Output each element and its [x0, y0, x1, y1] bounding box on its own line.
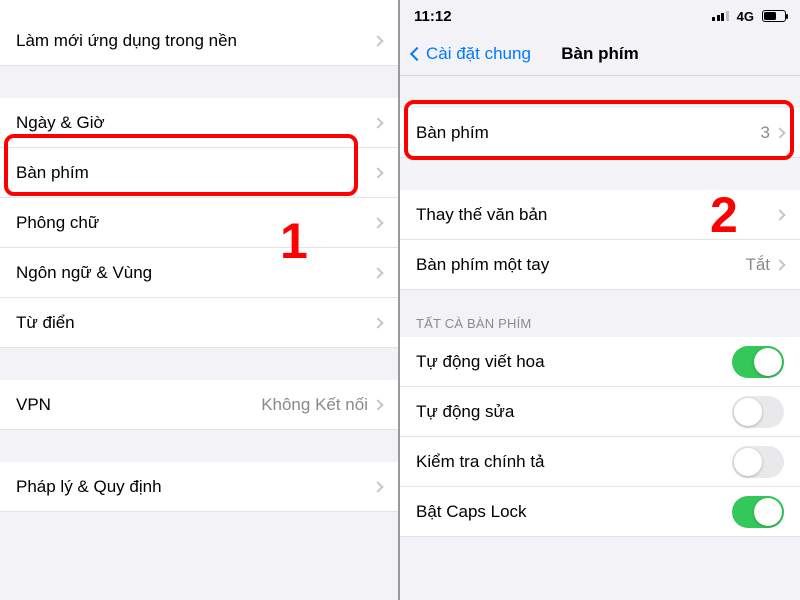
- row-one-handed[interactable]: Bàn phím một tay Tắt: [400, 240, 800, 290]
- label: Kiểm tra chính tả: [416, 452, 732, 472]
- signal-icon: [712, 11, 729, 21]
- section-all-keyboards: TẤT CÀ BÀN PHÍM: [400, 308, 800, 337]
- row-keyboard[interactable]: Bàn phím: [0, 148, 398, 198]
- switch-spell-check[interactable]: [732, 446, 784, 478]
- switch-auto-correct[interactable]: [732, 396, 784, 428]
- spacer: [0, 66, 398, 98]
- row-app-refresh[interactable]: Làm mới ứng dụng trong nền: [0, 16, 398, 66]
- label: Tự động viết hoa: [416, 352, 732, 372]
- label: Ngày & Giờ: [16, 113, 374, 133]
- row-auto-correct: Tự động sửa: [400, 387, 800, 437]
- chevron-right-icon: [774, 259, 785, 270]
- value: Không Kết nối: [261, 395, 368, 415]
- label: Ngôn ngữ & Vùng: [16, 263, 374, 283]
- row-font[interactable]: Phông chữ: [0, 198, 398, 248]
- row-language-region[interactable]: Ngôn ngữ & Vùng: [0, 248, 398, 298]
- chevron-right-icon: [774, 127, 785, 138]
- label: Làm mới ứng dụng trong nền: [16, 31, 374, 51]
- label: Bàn phím một tay: [416, 255, 745, 275]
- spacer: [400, 290, 800, 308]
- label: VPN: [16, 395, 261, 415]
- switch-caps-lock[interactable]: [732, 496, 784, 528]
- row-text-replacement[interactable]: Thay thế văn bản: [400, 190, 800, 240]
- nav-title: Bàn phím: [561, 44, 638, 64]
- spacer: [400, 76, 800, 108]
- chevron-right-icon: [372, 117, 383, 128]
- switch-auto-cap[interactable]: [732, 346, 784, 378]
- value: Tắt: [745, 255, 770, 275]
- phone-right: 11:12 4G Cài đặt chung Bàn phím Bàn phím…: [400, 0, 800, 600]
- row-vpn[interactable]: VPN Không Kết nối: [0, 380, 398, 430]
- back-label: Cài đặt chung: [426, 44, 531, 64]
- label: Tự động sửa: [416, 402, 732, 422]
- chevron-right-icon: [372, 317, 383, 328]
- network-label: 4G: [737, 9, 754, 24]
- spacer: [0, 348, 398, 380]
- spacer: [400, 158, 800, 190]
- chevron-right-icon: [372, 481, 383, 492]
- label: Từ điển: [16, 313, 374, 333]
- row-cutoff: [0, 0, 398, 16]
- row-keyboards[interactable]: Bàn phím 3: [400, 108, 800, 158]
- chevron-right-icon: [372, 399, 383, 410]
- value: 3: [761, 123, 770, 143]
- row-caps-lock: Bật Caps Lock: [400, 487, 800, 537]
- status-bar: 11:12 4G: [400, 0, 800, 32]
- phone-left: Làm mới ứng dụng trong nền Ngày & Giờ Bà…: [0, 0, 400, 600]
- chevron-left-icon: [410, 46, 424, 60]
- nav-bar: Cài đặt chung Bàn phím: [400, 32, 800, 76]
- label: Thay thế văn bản: [416, 205, 776, 225]
- label: Phông chữ: [16, 213, 374, 233]
- label: Bật Caps Lock: [416, 502, 732, 522]
- chevron-right-icon: [372, 217, 383, 228]
- back-button[interactable]: Cài đặt chung: [408, 44, 531, 64]
- chevron-right-icon: [372, 267, 383, 278]
- label: Bàn phím: [16, 163, 374, 183]
- label: Pháp lý & Quy định: [16, 477, 374, 497]
- chevron-right-icon: [774, 209, 785, 220]
- row-spell-check: Kiểm tra chính tả: [400, 437, 800, 487]
- row-date-time[interactable]: Ngày & Giờ: [0, 98, 398, 148]
- row-dictionary[interactable]: Từ điển: [0, 298, 398, 348]
- spacer: [0, 430, 398, 462]
- chevron-right-icon: [372, 35, 383, 46]
- battery-icon: [762, 10, 786, 22]
- row-legal[interactable]: Pháp lý & Quy định: [0, 462, 398, 512]
- status-time: 11:12: [414, 8, 712, 25]
- label: Bàn phím: [416, 123, 761, 143]
- chevron-right-icon: [372, 167, 383, 178]
- row-auto-cap: Tự động viết hoa: [400, 337, 800, 387]
